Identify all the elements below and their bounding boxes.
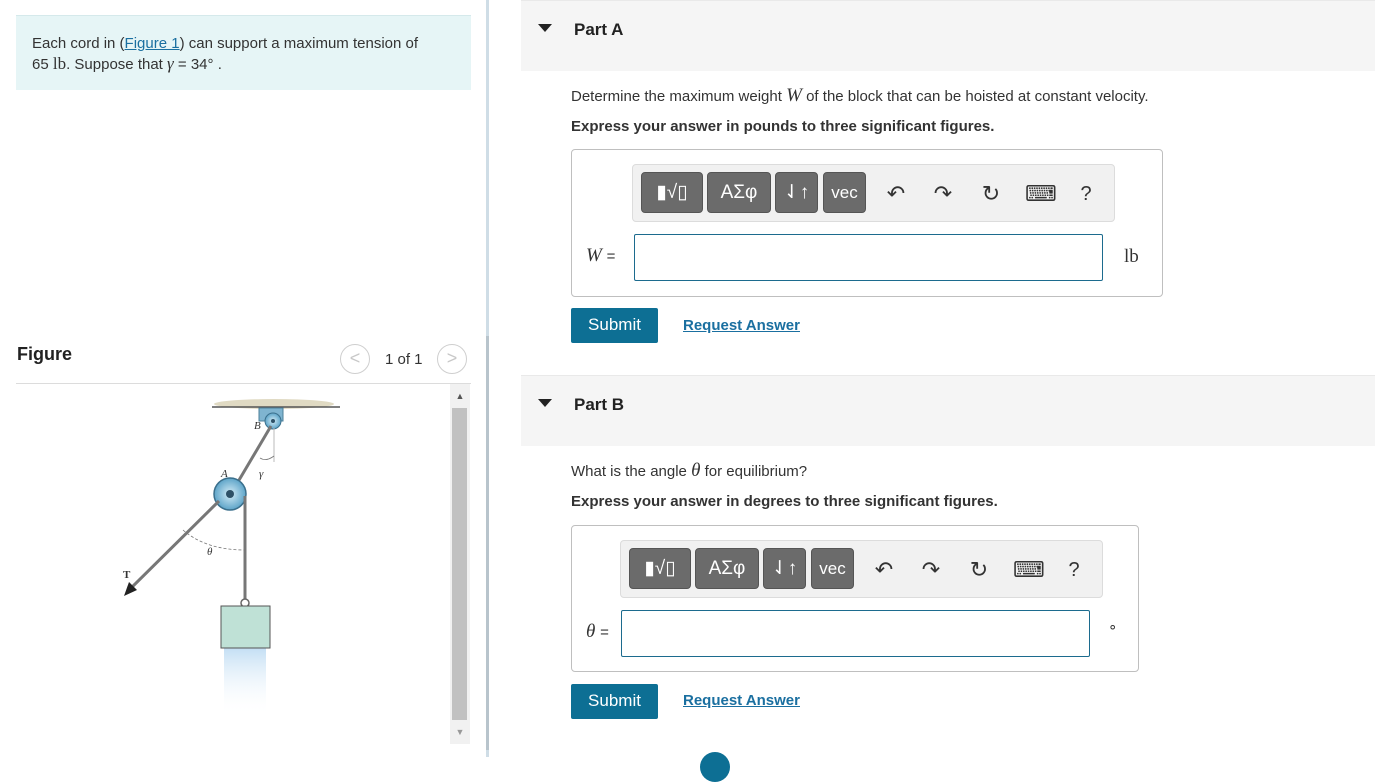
gamma-symbol: γ <box>167 54 174 73</box>
redo-icon[interactable]: ↷ <box>930 181 956 207</box>
part-a-variable-label: W = <box>586 245 615 267</box>
part-b-variable-label: θ = <box>586 621 609 643</box>
block <box>220 605 271 649</box>
part-a-question-text: Determine the maximum weight <box>571 88 782 105</box>
theta-arc <box>182 529 246 551</box>
templates-button[interactable]: ▮√▯ <box>629 548 691 589</box>
part-a-question: Determine the maximum weight W of the bl… <box>571 85 1149 107</box>
part-b-title: Part B <box>574 395 625 414</box>
problem-text-3: . Suppose that <box>66 56 163 73</box>
problem-period: . <box>217 56 222 73</box>
gamma-arc <box>259 455 275 460</box>
part-a-unit: lb <box>1124 246 1139 267</box>
scroll-up-arrow-icon[interactable]: ▲ <box>450 386 470 406</box>
chevron-right-icon[interactable]: > <box>437 344 467 374</box>
chevron-left-icon[interactable]: < <box>340 344 370 374</box>
part-b-var-symbol: θ <box>586 621 596 642</box>
part-b-request-answer-link[interactable]: Request Answer <box>683 692 800 709</box>
label-theta: θ <box>207 546 213 558</box>
figure-diagram: B A γ θ T <box>16 384 446 757</box>
caret-down-icon[interactable] <box>538 24 552 32</box>
reset-icon[interactable]: ↻ <box>978 181 1004 207</box>
part-a-var-eq: = <box>606 248 616 265</box>
part-a-header[interactable]: Part A <box>521 0 1375 71</box>
left-panel: Each cord in (Figure 1) can support a ma… <box>0 0 487 757</box>
label-a: A <box>220 468 228 480</box>
undo-icon[interactable]: ↶ <box>871 557 897 583</box>
greek-symbols-button[interactable]: ΑΣφ <box>695 548 759 589</box>
problem-text-1: Each cord in ( <box>32 35 125 52</box>
figure-scrollbar[interactable]: ▲ ▼ <box>450 384 470 744</box>
label-t: T <box>123 569 131 581</box>
part-b-question-var: θ <box>691 460 701 481</box>
part-b-question-text: What is the angle <box>571 463 687 480</box>
figure-page-count: 1 of 1 <box>385 351 423 368</box>
scroll-thumb[interactable] <box>452 408 467 720</box>
gamma-value: = 34° <box>177 56 214 73</box>
part-a-submit-button[interactable]: Submit <box>571 308 658 343</box>
problem-text-2: ) can support a maximum tension of <box>179 35 419 52</box>
figure-link[interactable]: Figure 1 <box>125 35 180 52</box>
caret-down-icon[interactable] <box>538 399 552 407</box>
part-b-question-text-2: for equilibrium? <box>704 463 808 480</box>
block-plume <box>224 646 266 716</box>
part-a-toolbar: ▮√▯ ΑΣφ ⇃↑ vec ↶ ↷ ↻ ⌨ ? <box>632 164 1115 222</box>
part-b-submit-button[interactable]: Submit <box>571 684 658 719</box>
vector-button[interactable]: vec <box>811 548 854 589</box>
part-a-title: Part A <box>574 20 624 39</box>
figure-title: Figure <box>17 344 73 364</box>
arrows-button[interactable]: ⇃↑ <box>775 172 818 213</box>
redo-icon[interactable]: ↷ <box>918 557 944 583</box>
cord-t <box>126 499 221 593</box>
part-a-answer-input[interactable] <box>634 234 1103 281</box>
keyboard-icon[interactable]: ⌨ <box>1025 181 1057 207</box>
tension-value: 65 <box>32 56 49 73</box>
help-icon[interactable]: ? <box>1073 181 1099 207</box>
reset-icon[interactable]: ↻ <box>966 557 992 583</box>
part-b-answer-input[interactable] <box>621 610 1090 657</box>
tension-unit: lb <box>52 54 67 73</box>
keyboard-icon[interactable]: ⌨ <box>1013 557 1045 583</box>
undo-icon[interactable]: ↶ <box>883 181 909 207</box>
part-a-question-text-2: of the block that can be hoisted at cons… <box>806 88 1149 105</box>
arrows-button[interactable]: ⇃↑ <box>763 548 806 589</box>
part-b-toolbar: ▮√▯ ΑΣφ ⇃↑ vec ↶ ↷ ↻ ⌨ ? <box>620 540 1103 598</box>
part-a-answer-box: ▮√▯ ΑΣφ ⇃↑ vec ↶ ↷ ↻ ⌨ ? W = lb <box>571 149 1163 297</box>
part-b-instruction: Express your answer in degrees to three … <box>571 493 998 510</box>
problem-statement: Each cord in (Figure 1) can support a ma… <box>16 15 471 90</box>
help-icon[interactable]: ? <box>1061 557 1087 583</box>
part-a-question-var: W <box>786 85 802 106</box>
panel-divider-resize-handle[interactable] <box>486 336 489 750</box>
part-b-answer-box: ▮√▯ ΑΣφ ⇃↑ vec ↶ ↷ ↻ ⌨ ? θ = ∘ <box>571 525 1139 672</box>
templates-button[interactable]: ▮√▯ <box>641 172 703 213</box>
label-gamma: γ <box>259 468 264 480</box>
part-b-question: What is the angle θ for equilibrium? <box>571 460 807 482</box>
part-a-instruction: Express your answer in pounds to three s… <box>571 118 995 135</box>
part-a-var-symbol: W <box>586 245 602 266</box>
vector-button[interactable]: vec <box>823 172 866 213</box>
scroll-down-arrow-icon[interactable]: ▼ <box>450 722 470 742</box>
greek-symbols-button[interactable]: ΑΣφ <box>707 172 771 213</box>
part-b-var-eq: = <box>600 624 609 641</box>
part-a-request-answer-link[interactable]: Request Answer <box>683 317 800 334</box>
label-b: B <box>254 420 261 432</box>
part-b-header[interactable]: Part B <box>521 375 1375 446</box>
part-b-unit: ∘ <box>1108 620 1118 636</box>
